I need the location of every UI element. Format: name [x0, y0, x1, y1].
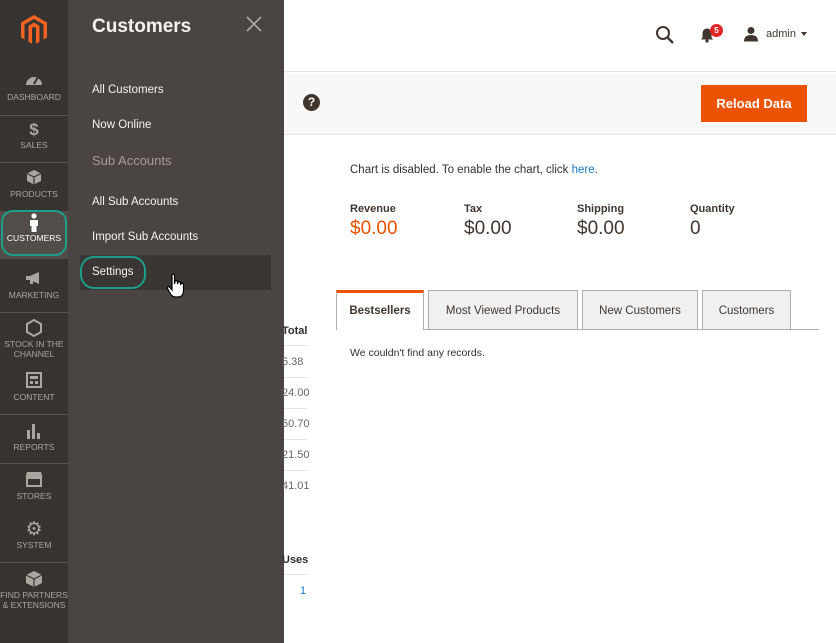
- row-divider: [284, 574, 307, 575]
- nav-item-system[interactable]: ⚙ SYSTEM: [0, 518, 68, 566]
- magento-logo-icon[interactable]: [0, 0, 68, 60]
- table-cell: 24.00: [282, 387, 310, 399]
- row-divider: [284, 470, 307, 471]
- nav-divider: [0, 463, 68, 464]
- flyout-link-all-customers[interactable]: All Customers: [92, 84, 164, 96]
- tab-customers[interactable]: Customers: [702, 290, 791, 330]
- reload-data-button[interactable]: Reload Data: [701, 85, 807, 122]
- page-header: 5 admin: [284, 0, 836, 72]
- gear-icon: ⚙: [25, 519, 43, 540]
- nav-item-products[interactable]: PRODUCTS: [0, 167, 68, 215]
- nav-label: FIND PARTNERS: [0, 590, 68, 600]
- nav-item-content[interactable]: CONTENT: [0, 370, 68, 418]
- nav-label: REPORTS: [13, 442, 55, 452]
- row-divider: [284, 408, 307, 409]
- nav-divider: [0, 312, 68, 313]
- total-value: $0.00: [464, 218, 512, 239]
- bar-chart-icon: [0, 422, 68, 442]
- chart-disabled-message: Chart is disabled. To enable the chart, …: [350, 164, 598, 176]
- nav-item-marketing[interactable]: MARKETING: [0, 268, 68, 316]
- admin-user-name[interactable]: admin: [766, 28, 796, 40]
- chart-message-end: .: [594, 164, 598, 176]
- flyout-title: Customers: [92, 16, 192, 37]
- flyout-link-all-sub-accounts[interactable]: All Sub Accounts: [92, 196, 178, 208]
- row-divider: [284, 439, 307, 440]
- table-cell: 5.38: [282, 356, 304, 368]
- nav-label-line2: CHANNEL: [13, 349, 55, 359]
- tabs-baseline: [424, 329, 819, 330]
- nav-item-sales[interactable]: $ SALES: [0, 118, 68, 166]
- row-divider: [284, 345, 307, 346]
- nav-item-find-partners[interactable]: FIND PARTNERS & EXTENSIONS: [0, 568, 68, 616]
- dashboard-icon: [0, 72, 68, 92]
- nav-label: DASHBOARD: [7, 92, 61, 102]
- tab-most-viewed-products[interactable]: Most Viewed Products: [428, 290, 578, 330]
- nav-item-stores[interactable]: STORES: [0, 469, 68, 517]
- empty-records-message: We couldn't find any records.: [350, 347, 485, 359]
- column-header-total: Total: [282, 325, 308, 337]
- search-icon[interactable]: [655, 25, 675, 45]
- table-cell: 21.50: [282, 449, 310, 461]
- dollar-icon: $: [29, 120, 39, 139]
- total-label: Quantity: [690, 203, 735, 215]
- highlight-ring: [1, 210, 67, 256]
- nav-label: SYSTEM: [16, 540, 52, 550]
- total-value: $0.00: [350, 218, 398, 239]
- total-tax: Tax $0.00: [464, 203, 512, 240]
- table-cell: 1: [300, 585, 307, 597]
- nav-item-dashboard[interactable]: DASHBOARD: [0, 70, 68, 118]
- nav-divider: [0, 414, 68, 415]
- customers-flyout-menu: Customers All Customers Now Online Sub A…: [68, 0, 284, 643]
- admin-sidebar: DASHBOARD $ SALES PRODUCTS CUSTOMERS MAR…: [0, 0, 68, 643]
- total-revenue: Revenue $0.00: [350, 203, 398, 240]
- notification-count-badge[interactable]: 5: [710, 24, 723, 37]
- chart-message-text: Chart is disabled. To enable the chart, …: [350, 164, 572, 176]
- nav-label: STOCK IN THE: [4, 339, 64, 349]
- hexagon-icon: [0, 318, 68, 339]
- nav-label: PRODUCTS: [10, 189, 58, 199]
- nav-label: STORES: [16, 491, 52, 501]
- close-icon[interactable]: [244, 14, 264, 34]
- total-value: 0: [690, 218, 701, 239]
- nav-divider: [0, 562, 68, 563]
- chevron-down-icon[interactable]: [801, 32, 807, 36]
- total-label: Tax: [464, 203, 483, 215]
- box-icon: [0, 169, 68, 189]
- megaphone-icon: [0, 270, 68, 290]
- tab-new-customers[interactable]: New Customers: [582, 290, 698, 330]
- table-cell: 41.01: [282, 480, 310, 492]
- nav-label: MARKETING: [8, 290, 60, 300]
- total-quantity: Quantity 0: [690, 203, 735, 240]
- hand-cursor-icon: [166, 273, 186, 299]
- page-actions-bar: ? Reload Data: [284, 73, 836, 135]
- column-header-uses: Uses: [282, 554, 309, 566]
- tab-bestsellers[interactable]: Bestsellers: [336, 290, 424, 330]
- highlight-ring: [80, 256, 146, 289]
- store-icon: [0, 471, 68, 491]
- row-divider: [284, 377, 307, 378]
- flyout-link-now-online[interactable]: Now Online: [92, 119, 151, 131]
- total-label: Shipping: [577, 203, 625, 215]
- table-cell: 50.70: [282, 418, 310, 430]
- enable-chart-link[interactable]: here: [572, 164, 595, 176]
- help-icon[interactable]: ?: [303, 94, 320, 111]
- nav-divider: [0, 162, 68, 163]
- total-shipping: Shipping $0.00: [577, 203, 625, 240]
- nav-item-stock-in-the-channel[interactable]: STOCK IN THE CHANNEL: [0, 317, 68, 363]
- layout-icon: [0, 372, 68, 392]
- cube-icon: [0, 570, 68, 590]
- total-label: Revenue: [350, 203, 396, 215]
- flyout-group-title: Sub Accounts: [92, 153, 172, 168]
- nav-item-reports[interactable]: REPORTS: [0, 420, 68, 468]
- user-icon[interactable]: [743, 26, 759, 42]
- flyout-link-import-sub-accounts[interactable]: Import Sub Accounts: [92, 231, 198, 243]
- nav-divider: [0, 115, 68, 116]
- nav-label: CONTENT: [13, 392, 55, 402]
- nav-label: SALES: [20, 140, 48, 150]
- nav-label-line2: & EXTENSIONS: [2, 600, 66, 610]
- total-value: $0.00: [577, 218, 625, 239]
